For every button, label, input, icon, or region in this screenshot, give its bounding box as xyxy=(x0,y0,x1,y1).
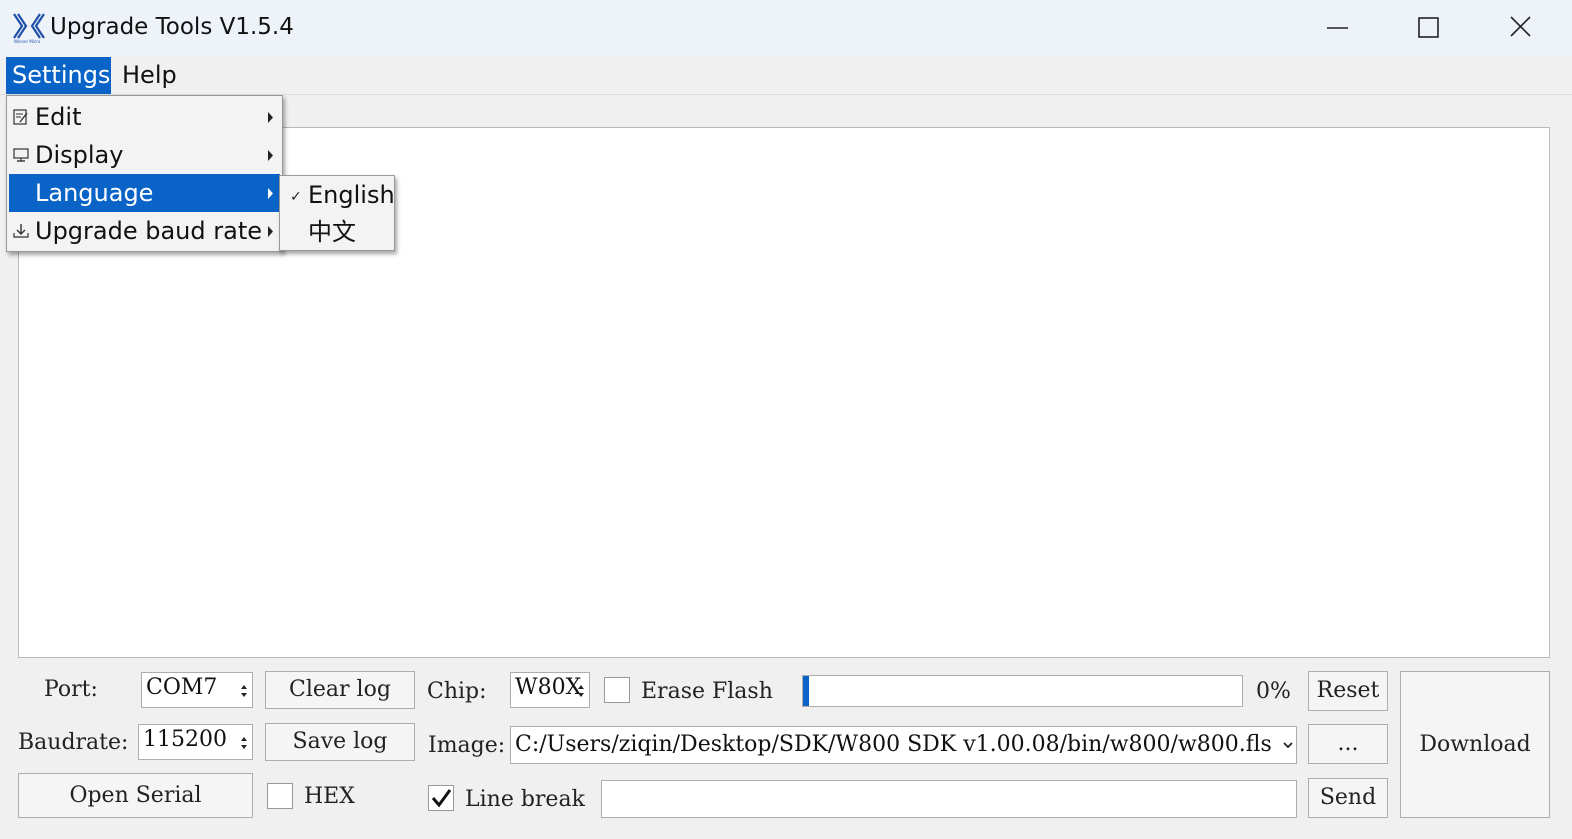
browse-button[interactable]: ... xyxy=(1308,724,1388,764)
minimize-button[interactable] xyxy=(1315,8,1359,48)
port-value: COM7 xyxy=(146,675,218,700)
menu-item-display[interactable]: Display xyxy=(9,136,280,174)
spinner-arrows-icon xyxy=(578,685,584,697)
menu-item-edit[interactable]: Edit xyxy=(9,98,280,136)
line-break-checkbox[interactable] xyxy=(428,785,454,811)
open-serial-button[interactable]: Open Serial xyxy=(18,773,253,818)
image-path-value: C:/Users/ziqin/Desktop/SDK/W800 SDK v1.0… xyxy=(515,732,1272,757)
progress-percent: 0% xyxy=(1256,679,1291,704)
menu-item-upgrade-baud-rate[interactable]: Upgrade baud rate xyxy=(9,212,280,250)
line-break-label: Line break xyxy=(465,787,585,812)
menu-item-label: Edit xyxy=(35,103,82,131)
settings-dropdown-menu: Edit Display Language Upgrade baud rate xyxy=(6,95,283,252)
language-submenu: ✓ English 中文 xyxy=(279,175,395,251)
monitor-icon xyxy=(13,148,29,162)
maximize-icon xyxy=(1418,17,1439,38)
spinner-arrows-icon xyxy=(241,685,247,697)
submenu-arrow-icon xyxy=(268,226,273,237)
erase-flash-checkbox[interactable] xyxy=(604,677,630,703)
menu-help[interactable]: Help xyxy=(116,57,183,94)
close-button[interactable] xyxy=(1498,8,1542,48)
menu-item-language[interactable]: Language xyxy=(9,174,280,212)
reset-button[interactable]: Reset xyxy=(1308,671,1388,711)
chevron-down-icon xyxy=(1283,742,1293,749)
submenu-arrow-icon xyxy=(268,112,273,123)
title-bar: Winner Micro Upgrade Tools V1.5.4 xyxy=(0,0,1572,56)
baudrate-select[interactable]: 115200 xyxy=(138,724,253,760)
language-option-english[interactable]: ✓ English xyxy=(282,176,395,214)
chip-label: Chip: xyxy=(427,679,487,704)
checkmark-icon xyxy=(431,789,452,808)
progress-bar xyxy=(802,675,1243,707)
hex-label: HEX xyxy=(304,784,355,809)
port-label: Port: xyxy=(44,677,98,702)
submenu-arrow-icon xyxy=(268,188,273,199)
progress-fill xyxy=(803,676,809,706)
download-button[interactable]: Download xyxy=(1400,671,1550,818)
language-option-label: 中文 xyxy=(308,218,356,246)
hex-checkbox[interactable] xyxy=(267,783,293,809)
send-button[interactable]: Send xyxy=(1308,778,1388,818)
baudrate-label: Baudrate: xyxy=(18,730,129,755)
language-option-label: English xyxy=(308,181,395,209)
menu-settings[interactable]: Settings xyxy=(6,57,111,94)
minimize-icon xyxy=(1327,27,1348,29)
menu-item-label: Language xyxy=(35,179,154,207)
erase-flash-label: Erase Flash xyxy=(641,679,773,704)
send-text-input[interactable] xyxy=(601,780,1297,818)
logo-text: Winner Micro xyxy=(14,39,41,44)
save-log-button[interactable]: Save log xyxy=(265,723,415,761)
window-title: Upgrade Tools V1.5.4 xyxy=(50,14,294,40)
submenu-arrow-icon xyxy=(268,150,273,161)
image-label: Image: xyxy=(428,733,506,758)
menu-item-label: Display xyxy=(35,141,124,169)
image-path-select[interactable]: C:/Users/ziqin/Desktop/SDK/W800 SDK v1.0… xyxy=(510,726,1297,764)
edit-icon xyxy=(13,109,28,125)
language-option-chinese[interactable]: 中文 xyxy=(282,213,392,251)
chip-value: W80X xyxy=(515,675,582,700)
close-icon xyxy=(1510,16,1531,37)
checkmark-icon: ✓ xyxy=(290,189,302,205)
chip-select[interactable]: W80X xyxy=(510,672,590,708)
menu-item-label: Upgrade baud rate xyxy=(35,217,263,245)
spinner-arrows-icon xyxy=(241,737,247,749)
baudrate-value: 115200 xyxy=(143,727,227,752)
download-icon xyxy=(13,224,29,238)
app-logo-icon: Winner Micro xyxy=(12,10,46,44)
maximize-button[interactable] xyxy=(1406,8,1450,48)
menu-bar: Settings Help xyxy=(0,56,1572,95)
clear-log-button[interactable]: Clear log xyxy=(265,671,415,709)
port-select[interactable]: COM7 xyxy=(141,672,253,708)
